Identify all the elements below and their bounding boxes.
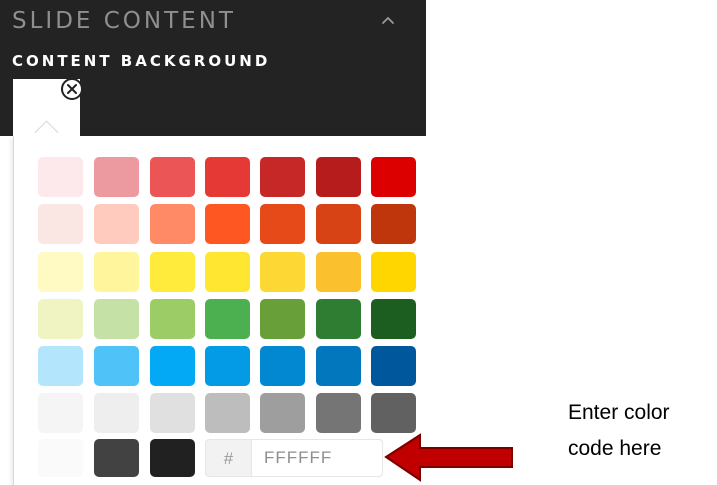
color-swatch[interactable] xyxy=(150,439,195,477)
hex-color-input[interactable] xyxy=(251,439,383,477)
color-swatch[interactable] xyxy=(38,439,83,477)
color-swatch[interactable] xyxy=(316,393,361,433)
color-swatch[interactable] xyxy=(371,204,416,244)
color-swatch[interactable] xyxy=(371,299,416,339)
color-swatch[interactable] xyxy=(38,346,83,386)
color-swatch[interactable] xyxy=(260,157,305,197)
color-swatch[interactable] xyxy=(94,299,139,339)
color-swatch[interactable] xyxy=(316,346,361,386)
color-swatch[interactable] xyxy=(260,299,305,339)
close-circle-icon[interactable] xyxy=(60,77,84,101)
color-swatch[interactable] xyxy=(260,252,305,292)
color-swatch[interactable] xyxy=(38,393,83,433)
color-swatch[interactable] xyxy=(260,204,305,244)
section-title: SLIDE CONTENT xyxy=(12,8,236,34)
color-swatch[interactable] xyxy=(150,299,195,339)
callout-text: Enter color code here xyxy=(568,395,717,467)
color-swatch[interactable] xyxy=(260,346,305,386)
color-swatch[interactable] xyxy=(371,252,416,292)
color-swatch[interactable] xyxy=(205,252,250,292)
color-swatch[interactable] xyxy=(316,299,361,339)
color-swatch[interactable] xyxy=(38,299,83,339)
color-swatch[interactable] xyxy=(150,252,195,292)
color-swatch[interactable] xyxy=(94,252,139,292)
color-swatch[interactable] xyxy=(260,393,305,433)
color-swatch[interactable] xyxy=(316,204,361,244)
color-swatch[interactable] xyxy=(371,393,416,433)
callout-line-1: Enter color xyxy=(568,401,670,424)
color-swatch[interactable] xyxy=(150,157,195,197)
color-swatch[interactable] xyxy=(38,157,83,197)
color-swatch[interactable] xyxy=(94,204,139,244)
color-swatch[interactable] xyxy=(94,393,139,433)
color-swatch[interactable] xyxy=(205,393,250,433)
hex-prefix: # xyxy=(205,439,251,477)
color-swatch[interactable] xyxy=(38,252,83,292)
color-swatch[interactable] xyxy=(94,157,139,197)
color-swatch[interactable] xyxy=(150,346,195,386)
color-swatch[interactable] xyxy=(94,346,139,386)
color-swatch[interactable] xyxy=(371,157,416,197)
color-swatch[interactable] xyxy=(316,157,361,197)
color-swatch[interactable] xyxy=(150,204,195,244)
color-swatch[interactable] xyxy=(316,252,361,292)
content-background-label: CONTENT BACKGROUND xyxy=(12,52,271,70)
color-swatch[interactable] xyxy=(205,299,250,339)
color-swatch[interactable] xyxy=(94,439,139,477)
callout-line-2: code here xyxy=(568,437,662,460)
color-swatch[interactable] xyxy=(205,204,250,244)
callout-arrow xyxy=(384,433,513,482)
color-swatch[interactable] xyxy=(205,157,250,197)
color-swatch[interactable] xyxy=(371,346,416,386)
color-swatch[interactable] xyxy=(38,204,83,244)
chevron-up-icon[interactable] xyxy=(378,10,398,30)
color-swatch[interactable] xyxy=(205,346,250,386)
color-swatch[interactable] xyxy=(150,393,195,433)
